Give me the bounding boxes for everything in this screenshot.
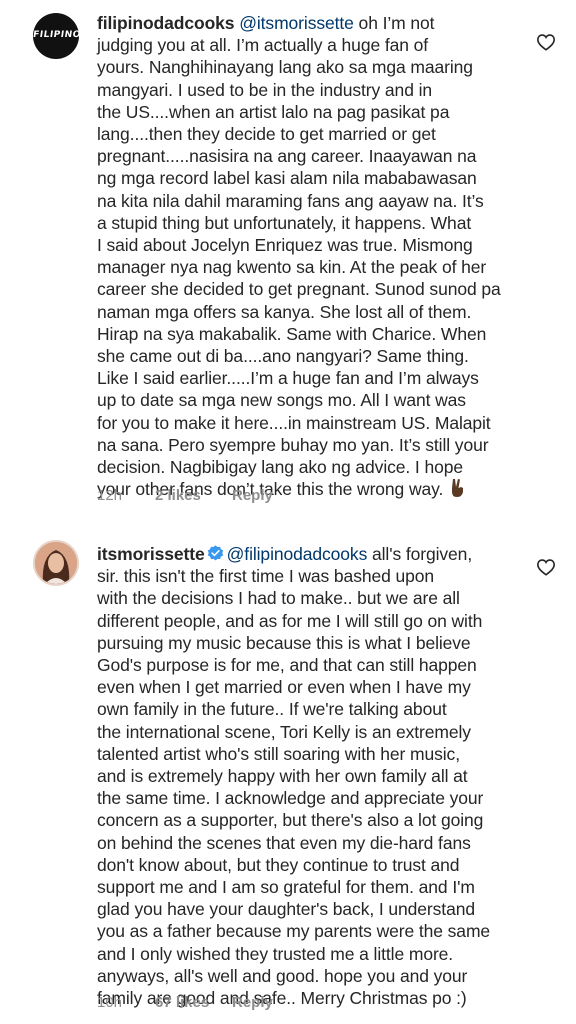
heart-outline-icon[interactable]: [536, 558, 556, 576]
comment-text-line: talented artist who's still soaring with…: [97, 743, 460, 764]
comment-text-line: mangyari. I used to be in the industry a…: [97, 79, 433, 100]
comment-text-line: pregnant.....nasisira na ang career. Ina…: [97, 146, 477, 167]
comment-text-line: oh I’m not: [353, 13, 435, 33]
comment-text-line: and is extremely happy with her own fami…: [97, 766, 468, 787]
comment-text-line: anyways, all's well and good. hope you a…: [97, 965, 468, 986]
comment-text-line: the US....when an artist lalo na pag pas…: [97, 101, 450, 122]
comment-text-line: different people, and as for me I will s…: [97, 610, 483, 631]
comment-text-line: pursuing my music because this is what I…: [97, 632, 471, 653]
comment-text-line: concern as a supporter, but there's also…: [97, 810, 484, 831]
comment-text-line: judging you at all. I’m actually a huge …: [97, 35, 429, 56]
comment-text-line: own family in the future.. If we're talk…: [97, 699, 447, 720]
comment-meta: 12h 2 likes Reply: [97, 487, 273, 504]
comment-text-line: you as a father because my parents were …: [97, 921, 491, 942]
comment-text-line: even when I get married or even when I h…: [97, 677, 471, 698]
comment-text-line: sir. this isn't the first time I was bas…: [97, 566, 435, 587]
comment-text-line: na kita nila dahil maraming fans ang aay…: [97, 190, 484, 211]
mention-link[interactable]: @filipinodadcooks: [227, 544, 368, 564]
comment-text-line: don't know about, but they continue to t…: [97, 854, 460, 875]
avatar-logo-text: FILIPINO: [33, 30, 79, 40]
comment-text-line: decision. Nagbibigay lang ako ng advice.…: [97, 457, 463, 478]
comment-text-line: naman mga offers sa kanya. She lost all …: [97, 301, 472, 322]
comment-text-line: Like I said earlier.....I’m a huge fan a…: [97, 368, 479, 389]
comment-text-line: and I only wished they trusted me a litt…: [97, 943, 454, 964]
comment-text-line: the international scene, Tori Kelly is a…: [97, 721, 471, 742]
avatar[interactable]: [33, 540, 79, 586]
comment-body: itsmorissette @filipinodadcooks all's fo…: [97, 543, 517, 1009]
comment-text-line: lang....then they decide to get married …: [97, 124, 436, 145]
comment-text-line: glad you have your daughter's back, I un…: [97, 899, 475, 920]
comment-text-line: yours. Nanghihinayang lang ako sa mga ma…: [97, 57, 473, 78]
likes-count[interactable]: 2 likes: [155, 487, 232, 504]
comment-text-line: she came out di ba....ano nangyari? Same…: [97, 346, 469, 367]
username[interactable]: itsmorissette: [97, 544, 205, 564]
verified-badge-icon: [207, 545, 223, 561]
comment-text-line: on behind the scenes that even my die-ha…: [97, 832, 471, 853]
comment-text-line: with the decisions I had to make.. but w…: [97, 588, 460, 609]
avatar-photo: [35, 542, 77, 584]
comment-body: filipinodadcooks @itsmorissette oh I’m n…: [97, 12, 517, 500]
comment-text-line: all's forgiven,: [367, 544, 473, 564]
comment-text-line: a stupid thing but unfortunately, it hap…: [97, 212, 472, 233]
mention-link[interactable]: @itsmorissette: [239, 13, 354, 33]
comment-text-line: Hirap na sya makabalik. Same with Charic…: [97, 323, 487, 344]
likes-count[interactable]: 67 likes: [155, 994, 232, 1011]
timestamp: 12h: [97, 487, 123, 504]
avatar[interactable]: FILIPINO: [33, 13, 79, 59]
comment-text-line: career she decided to get pregnant. Suno…: [97, 279, 501, 300]
username[interactable]: filipinodadcooks: [97, 13, 235, 33]
comment-text-line: ng mga record label kasi alam nila mabab…: [97, 168, 477, 189]
comment-text-line: support me and I am so grateful for them…: [97, 877, 475, 898]
comment-meta: 10h 67 likes Reply: [97, 994, 273, 1011]
comment-text-line: for you to make it here....in mainstream…: [97, 412, 491, 433]
comment-text-line: na sana. Pero syempre buhay mo yan. It’s…: [97, 434, 489, 455]
comment-text-line: up to date sa mga new songs mo. All I wa…: [97, 390, 466, 411]
comment-text-line: the same time. I acknowledge and appreci…: [97, 788, 484, 809]
comment-text-line: God's purpose is for me, and that can st…: [97, 655, 477, 676]
reply-button[interactable]: Reply: [232, 994, 273, 1011]
heart-outline-icon[interactable]: [536, 33, 556, 51]
reply-button[interactable]: Reply: [232, 487, 273, 504]
comment-text-line: I said about Jocelyn Enriquez was true. …: [97, 235, 473, 256]
comment-text-line: manager nya nag kwento sa kin. At the pe…: [97, 257, 487, 278]
victory-hand-emoji-icon: [452, 479, 463, 498]
timestamp: 10h: [97, 994, 123, 1011]
